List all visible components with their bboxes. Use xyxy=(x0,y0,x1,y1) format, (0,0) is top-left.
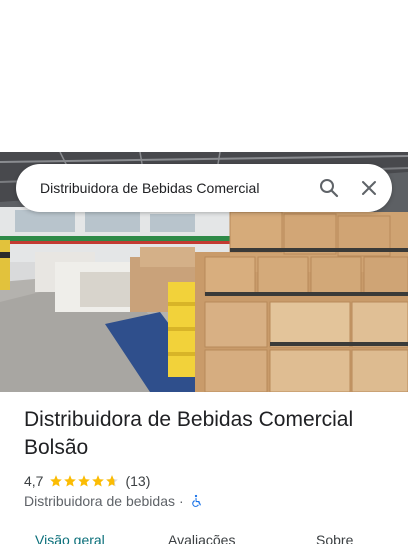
star-half-icon xyxy=(106,475,119,487)
star-icon xyxy=(78,475,91,487)
tab-about[interactable]: Sobre xyxy=(316,532,353,544)
star-icon xyxy=(92,475,105,487)
tab-overview[interactable]: Visão geral xyxy=(35,532,105,544)
place-tabs: Visão geral Avaliações Sobre xyxy=(0,528,408,544)
place-title: Distribuidora de Bebidas Comercial Bolsã… xyxy=(24,408,354,459)
rating-value: 4,7 xyxy=(24,473,44,489)
close-icon[interactable] xyxy=(357,176,381,200)
search-input[interactable]: Distribuidora de Bebidas Comercial xyxy=(40,178,300,198)
place-category[interactable]: Distribuidora de bebidas xyxy=(24,493,175,509)
category-row: Distribuidora de bebidas · xyxy=(24,492,203,510)
map-blank-area[interactable] xyxy=(0,0,408,152)
search-bar[interactable]: Distribuidora de Bebidas Comercial xyxy=(16,164,392,212)
rating-row[interactable]: 4,7 (13) xyxy=(24,472,150,490)
wheelchair-accessible-icon xyxy=(191,494,201,507)
review-count[interactable]: (13) xyxy=(125,473,150,489)
place-details-page: Distribuidora de Bebidas Comercial Distr… xyxy=(0,0,408,544)
separator-dot: · xyxy=(178,493,184,509)
star-icon xyxy=(50,475,63,487)
star-icon xyxy=(64,475,77,487)
rating-stars xyxy=(49,474,119,488)
tab-reviews[interactable]: Avaliações xyxy=(168,532,235,544)
search-icon[interactable] xyxy=(317,176,341,200)
